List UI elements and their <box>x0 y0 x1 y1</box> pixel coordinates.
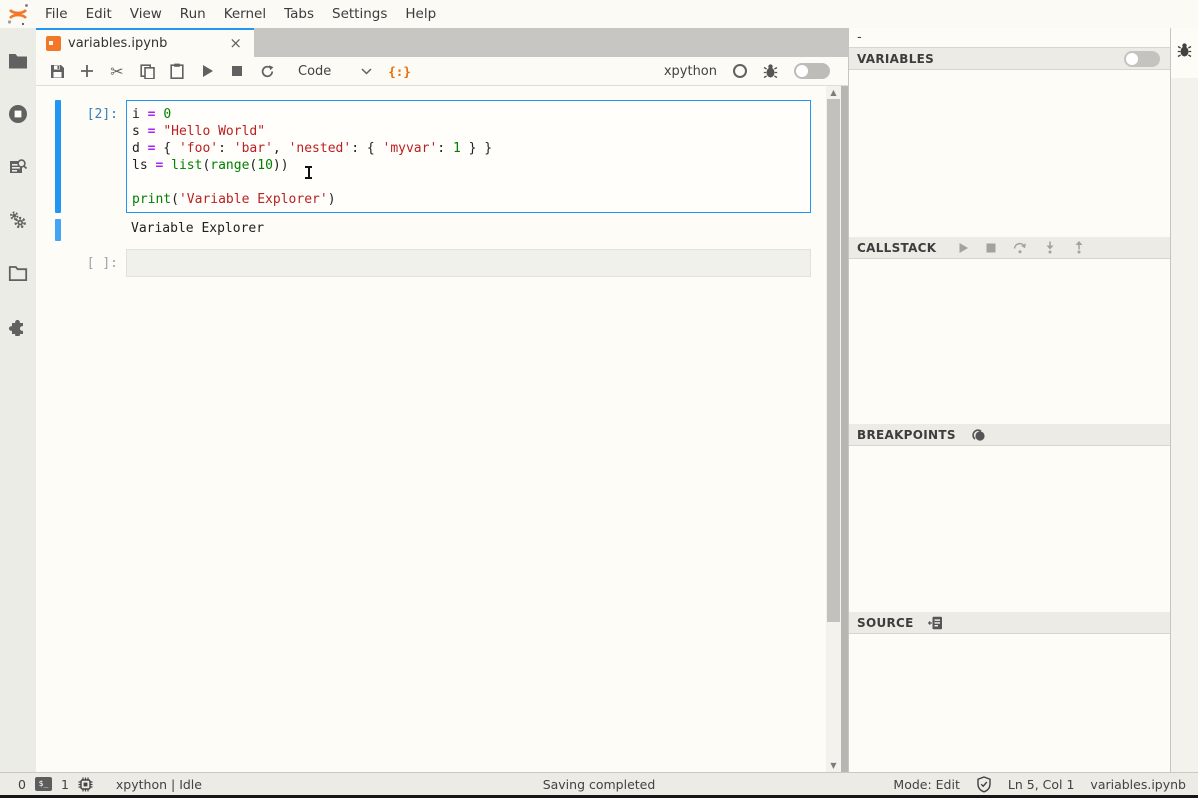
variables-label: VARIABLES <box>857 52 934 66</box>
debugger-panel-title: - <box>849 28 1170 48</box>
menu-kernel[interactable]: Kernel <box>215 0 275 28</box>
status-bar: 0 $_ 1 xpython | Idle Saving completed M… <box>0 772 1198 798</box>
notebook-file-icon <box>46 36 61 51</box>
cell-output-text: Variable Explorer <box>131 221 264 236</box>
terminate-icon[interactable] <box>986 243 996 253</box>
cell-type-dropdown[interactable]: Code <box>298 64 331 79</box>
chevron-down-icon[interactable] <box>361 68 372 75</box>
menubar: File Edit View Run Kernel Tabs Settings … <box>0 0 1198 28</box>
output-collapser[interactable] <box>55 219 61 241</box>
kernel-status-text[interactable]: xpython | Idle <box>116 777 202 792</box>
active-cell-indicator[interactable] <box>55 100 61 213</box>
step-in-icon[interactable] <box>1044 241 1056 254</box>
menu-settings[interactable]: Settings <box>323 0 396 28</box>
menu-file[interactable]: File <box>36 0 77 28</box>
workspace-folder-icon[interactable] <box>0 246 36 299</box>
running-sessions-icon[interactable] <box>0 87 36 140</box>
jupyter-logo-icon <box>0 0 36 28</box>
notebook-mode[interactable]: Mode: Edit <box>893 777 959 792</box>
empty-cell-prompt: [ ]: <box>72 256 118 271</box>
kernel-chip-icon[interactable] <box>78 777 93 792</box>
tab-title: variables.ipynb <box>68 36 167 51</box>
callstack-section-header[interactable]: CALLSTACK <box>849 237 1170 259</box>
kernel-status-circle-icon[interactable] <box>733 64 747 78</box>
cell-input-prompt: [2]: <box>72 107 118 122</box>
variables-section-header[interactable]: VARIABLES <box>849 48 1170 70</box>
continue-icon[interactable] <box>958 242 969 254</box>
statusbar-filename[interactable]: variables.ipynb <box>1090 777 1186 792</box>
code-line[interactable]: s = "Hello World" <box>132 123 805 140</box>
copy-icon[interactable] <box>132 58 162 84</box>
close-all-breakpoints-icon[interactable] <box>970 428 986 442</box>
notebook-toolbar: ✂ Code {:} xpython <box>36 57 848 86</box>
code-format-icon[interactable]: {:} <box>388 64 411 79</box>
left-activity-bar <box>0 28 36 772</box>
menu-tabs[interactable]: Tabs <box>275 0 323 28</box>
code-line[interactable] <box>132 174 805 191</box>
scroll-down-icon[interactable]: ▼ <box>826 759 841 772</box>
tab-bar: variables.ipynb × <box>36 28 848 57</box>
variables-view-toggle[interactable] <box>1124 51 1160 67</box>
menu-run[interactable]: Run <box>171 0 215 28</box>
kernel-name[interactable]: xpython <box>664 64 717 79</box>
menu-edit[interactable]: Edit <box>77 0 121 28</box>
save-icon[interactable] <box>42 58 72 84</box>
callstack-section-body <box>849 259 1170 424</box>
open-source-icon[interactable] <box>928 616 943 630</box>
stop-icon[interactable] <box>222 58 252 84</box>
terminals-count[interactable]: 0 <box>18 777 26 792</box>
scrollbar-thumb[interactable] <box>827 99 840 622</box>
debugger-panel: - VARIABLES CALLSTACK BREAKPOINTS <box>848 28 1170 772</box>
code-line[interactable]: i = 0 <box>132 106 805 123</box>
restart-icon[interactable] <box>252 58 282 84</box>
source-section-body <box>849 634 1170 772</box>
property-gears-icon[interactable] <box>0 193 36 246</box>
cut-icon[interactable]: ✂ <box>102 58 132 84</box>
debug-toggle[interactable] <box>794 63 830 79</box>
file-browser-icon[interactable] <box>0 34 36 87</box>
panel-split-handle[interactable] <box>841 86 848 772</box>
code-line[interactable]: d = { 'foo': 'bar', 'nested': { 'myvar':… <box>132 140 805 157</box>
menu-view[interactable]: View <box>121 0 171 28</box>
code-cell-editor[interactable]: i = 0s = "Hello World"d = { 'foo': 'bar'… <box>126 100 811 213</box>
tab-close-icon[interactable]: × <box>227 36 244 51</box>
bug-icon[interactable] <box>763 63 778 79</box>
source-section-header[interactable]: SOURCE <box>849 612 1170 634</box>
code-line[interactable]: ls = list(range(10)) <box>132 157 805 174</box>
step-out-icon[interactable] <box>1073 241 1085 254</box>
add-cell-icon[interactable] <box>72 58 102 84</box>
terminal-icon[interactable]: $_ <box>35 777 52 791</box>
empty-cell-editor[interactable] <box>126 249 811 277</box>
tab-variables-ipynb[interactable]: variables.ipynb × <box>36 28 254 57</box>
breakpoints-section-header[interactable]: BREAKPOINTS <box>849 424 1170 446</box>
paste-icon[interactable] <box>162 58 192 84</box>
right-activity-bar <box>1170 28 1198 772</box>
cursor-position[interactable]: Ln 5, Col 1 <box>1008 777 1075 792</box>
step-over-icon[interactable] <box>1013 241 1027 254</box>
debugger-tab-icon[interactable] <box>1171 28 1198 78</box>
callstack-label: CALLSTACK <box>857 241 936 255</box>
breakpoints-section-body <box>849 446 1170 612</box>
source-label: SOURCE <box>857 616 914 630</box>
kernels-count[interactable]: 1 <box>61 777 69 792</box>
main-area: variables.ipynb × ✂ Code {:} <box>36 28 848 772</box>
extensions-puzzle-icon[interactable] <box>0 299 36 352</box>
trust-shield-icon[interactable] <box>976 776 992 793</box>
menu-help[interactable]: Help <box>396 0 445 28</box>
scroll-up-icon[interactable]: ▲ <box>826 86 841 99</box>
variables-section-body <box>849 70 1170 237</box>
breakpoints-label: BREAKPOINTS <box>857 428 956 442</box>
code-line[interactable]: print('Variable Explorer') <box>132 191 805 208</box>
run-icon[interactable] <box>192 58 222 84</box>
inspector-icon[interactable] <box>0 140 36 193</box>
notebook-content: [2]: i = 0s = "Hello World"d = { 'foo': … <box>36 86 848 772</box>
notebook-scrollbar[interactable]: ▲ ▼ <box>826 86 841 772</box>
